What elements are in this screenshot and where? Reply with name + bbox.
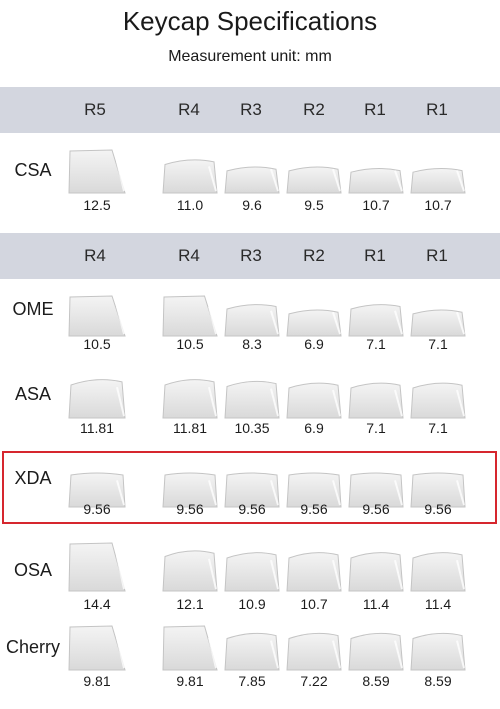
- keycap-height-value: 6.9: [304, 420, 324, 436]
- keycap-height-value: 7.85: [238, 673, 266, 689]
- keycap-height-value: 10.9: [238, 596, 266, 612]
- keycap-height-value: 11.81: [173, 420, 207, 436]
- keycap-height-value: 7.1: [366, 336, 386, 352]
- keycap-height-value: 8.59: [362, 673, 390, 689]
- keycap-image: [347, 161, 405, 194]
- page-title: Keycap Specifications: [122, 6, 378, 36]
- header-col-2: R4: [178, 246, 200, 265]
- keycap-height-value: 14.4: [83, 596, 111, 612]
- keycap-image: [409, 547, 467, 592]
- keycap-image: [67, 624, 127, 671]
- keycap-height-value: 12.1: [176, 596, 204, 612]
- keycap-image: [285, 628, 343, 671]
- keycap-height-value: 9.56: [83, 501, 111, 517]
- keycap-height-value: 10.7: [300, 596, 328, 612]
- header-band-bottom: R4 R4 R3 R2 R1 R1: [0, 233, 500, 279]
- keycap-height-value: 7.1: [428, 336, 448, 352]
- keycap-height-value: 9.56: [424, 501, 452, 517]
- keycap-height-value: 11.4: [424, 596, 452, 612]
- keycap-height-value: 9.6: [242, 197, 262, 213]
- keycap-height-value: 8.59: [424, 673, 452, 689]
- header-col-5: R1: [364, 100, 386, 119]
- keycap-image: [285, 159, 343, 194]
- keycap-height-value: 10.7: [362, 197, 390, 213]
- keycap-image: [223, 547, 281, 592]
- keycap-image: [409, 161, 467, 194]
- profile-label-asa: ASA: [14, 384, 52, 404]
- keycap-height-value: 10.35: [234, 420, 270, 436]
- keycap-image: [223, 300, 281, 337]
- profile-label-ome: OME: [12, 299, 54, 319]
- keycap-image: [347, 300, 405, 337]
- keycap-height-value: 6.9: [304, 336, 324, 352]
- keycap-image: [67, 541, 127, 592]
- keycap-image: [223, 376, 281, 419]
- header-col-1: R5: [84, 100, 106, 119]
- keycap-height-value: 9.5: [304, 197, 324, 213]
- header-col-6: R1: [426, 246, 448, 265]
- keycap-image: [347, 628, 405, 671]
- header-col-4: R2: [303, 100, 325, 119]
- profile-label-xda: XDA: [14, 468, 52, 488]
- header-col-1: R4: [84, 246, 106, 265]
- keycap-height-value: 8.3: [242, 336, 262, 352]
- keycap-height-value: 9.56: [362, 501, 390, 517]
- keycap-height-value: 10.5: [176, 336, 204, 352]
- keycap-height-value: 7.1: [366, 420, 386, 436]
- keycap-height-value: 9.81: [176, 673, 204, 689]
- page-subtitle: Measurement unit: mm: [168, 48, 332, 65]
- keycap-image: [347, 378, 405, 419]
- keycap-height-value: 9.56: [238, 501, 266, 517]
- header-col-4: R2: [303, 246, 325, 265]
- keycap-height-value: 7.22: [300, 673, 328, 689]
- keycap-height-value: 10.5: [83, 336, 111, 352]
- keycap-height-value: 11.4: [362, 596, 390, 612]
- header-col-5: R1: [364, 246, 386, 265]
- keycap-image: [67, 148, 127, 194]
- keycap-image: [409, 628, 467, 671]
- keycap-image: [285, 547, 343, 592]
- keycap-image: [161, 374, 219, 419]
- keycap-height-value: 10.7: [424, 197, 452, 213]
- keycap-image: [409, 378, 467, 419]
- keycap-height-value: 7.1: [428, 420, 448, 436]
- keycap-image: [285, 302, 343, 337]
- keycap-height-value: 9.56: [300, 501, 328, 517]
- header-col-2: R4: [178, 100, 200, 119]
- keycap-height-value: 9.56: [176, 501, 204, 517]
- profile-label-osa: OSA: [13, 560, 52, 580]
- profile-label-csa: CSA: [14, 160, 52, 180]
- keycap-image: [161, 155, 219, 194]
- keycap-height-value: 9.81: [83, 673, 111, 689]
- keycap-image: [409, 302, 467, 337]
- keycap-height-value: 11.81: [80, 420, 114, 436]
- keycap-image: [67, 374, 127, 419]
- keycap-image: [285, 378, 343, 419]
- profile-label-cherry: Cherry: [5, 637, 60, 657]
- keycap-height-value: 12.5: [83, 197, 111, 213]
- header-band-top: R5 R4 R3 R2 R1 R1: [0, 87, 500, 133]
- header-col-6: R1: [426, 100, 448, 119]
- keycap-image: [161, 624, 219, 671]
- header-col-3: R3: [240, 100, 262, 119]
- keycap-height-value: 11.0: [176, 197, 204, 213]
- keycap-image: [347, 547, 405, 592]
- header-col-3: R3: [240, 246, 262, 265]
- keycap-image: [161, 545, 219, 592]
- keycap-image: [223, 628, 281, 671]
- keycap-image: [161, 294, 219, 337]
- keycap-image: [67, 294, 127, 337]
- keycap-image: [223, 159, 281, 194]
